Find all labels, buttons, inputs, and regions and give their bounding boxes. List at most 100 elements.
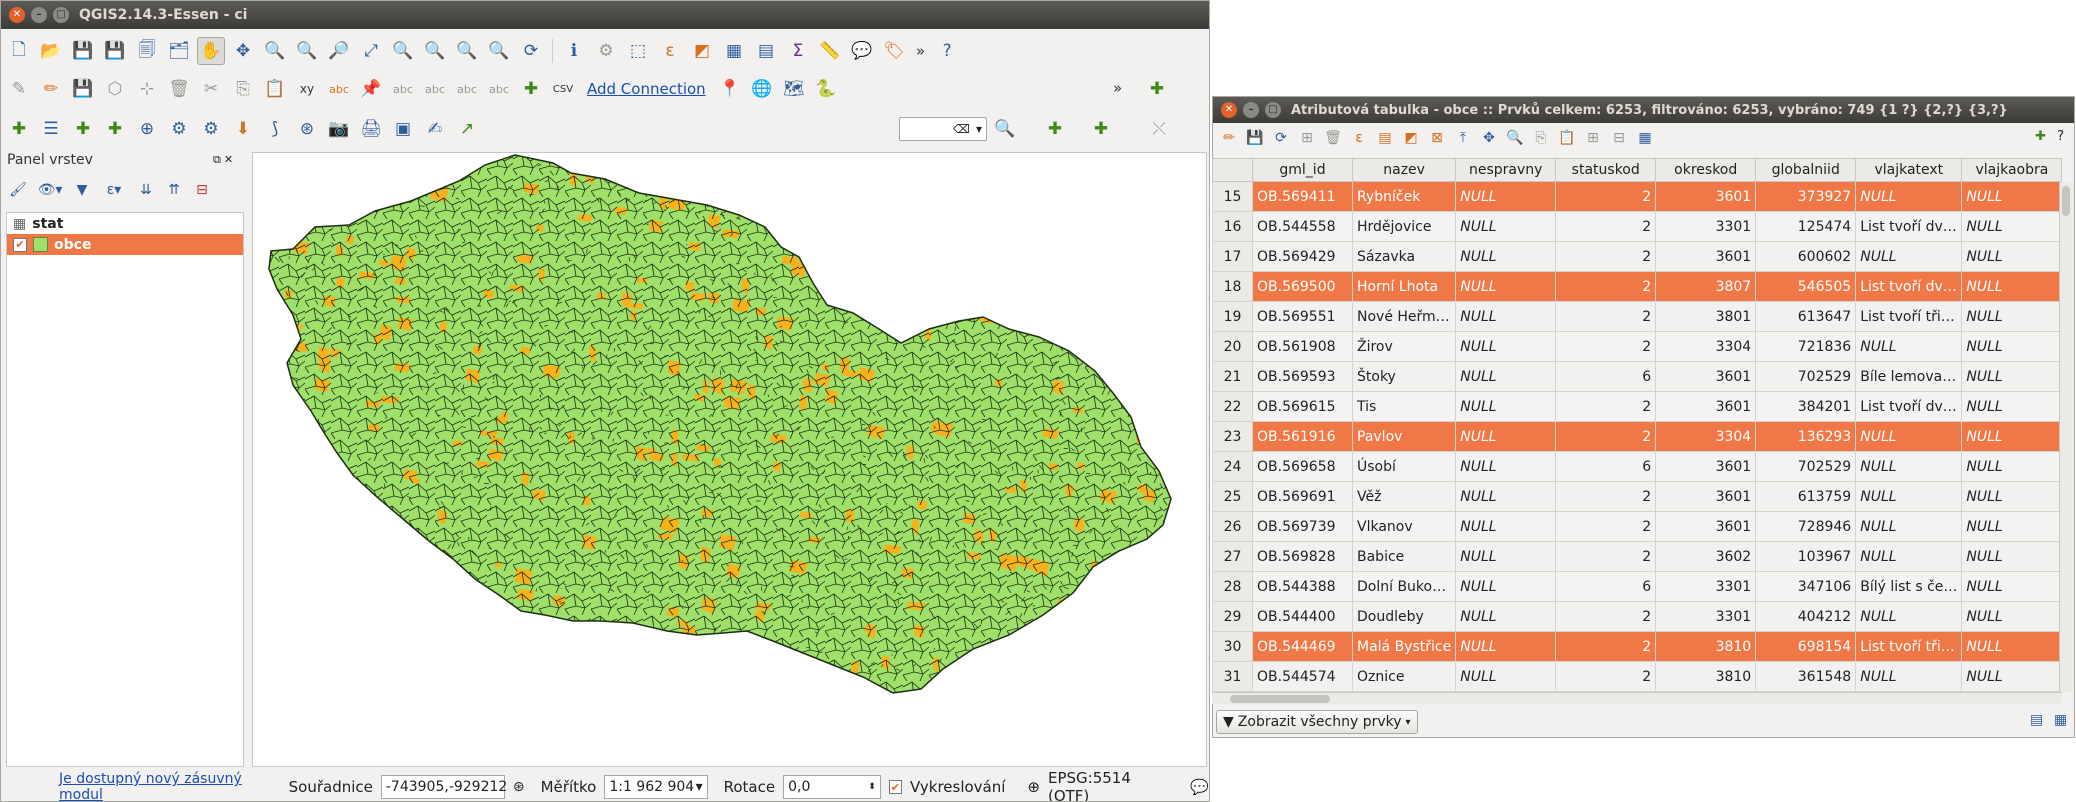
cell-vlajkaobra[interactable]: NULL	[1961, 271, 2063, 302]
cell-vlajkatext[interactable]: NULL	[1855, 601, 1963, 632]
new-field-icon[interactable]: ⊞	[1581, 124, 1605, 152]
cell-vlajkaobra[interactable]: NULL	[1961, 661, 2063, 692]
layer-item-obce[interactable]: ✔ obce	[7, 234, 243, 255]
table-row[interactable]: 22 OB.569615 Tis NULL 2 3601 384201 List tvoří …	[1212, 391, 2063, 422]
gps-icon[interactable]: ⚙	[197, 115, 225, 143]
save-icon[interactable]: 💾	[69, 37, 97, 65]
add-layer-icon[interactable]: ✚	[1143, 75, 1171, 103]
cell-gml_id[interactable]: OB.569739	[1252, 511, 1353, 542]
statistics-icon[interactable]: Σ	[784, 37, 812, 65]
cell-vlajkatext[interactable]: List tvoří dv…	[1855, 211, 1963, 242]
cell-nespravny[interactable]: NULL	[1455, 181, 1557, 212]
cell-nazev[interactable]: Pavlov	[1351, 421, 1457, 452]
style-manager-icon[interactable]: 🖌	[7, 176, 29, 204]
collapse-all-icon[interactable]: ⇈	[163, 176, 185, 204]
save-icon[interactable]: 💾	[1243, 124, 1267, 152]
cell-vlajkatext[interactable]: NULL	[1855, 481, 1963, 512]
cell-globalniid[interactable]: 136293	[1755, 421, 1857, 452]
add-spatialite-icon[interactable]: ✚	[101, 115, 129, 143]
table-row[interactable]: 30 OB.544469 Malá Bystřice NULL 2 3810 698154 L…	[1212, 631, 2063, 662]
cell-globalniid[interactable]: 103967	[1755, 541, 1857, 572]
pan-map-icon[interactable]: ✥	[1477, 124, 1501, 152]
cell-nespravny[interactable]: NULL	[1455, 331, 1557, 362]
cell-vlajkaobra[interactable]: NULL	[1961, 391, 2063, 422]
plugin-icon[interactable]: ✚	[1087, 115, 1115, 143]
cell-gml_id[interactable]: OB.544469	[1252, 631, 1353, 662]
cell-nespravny[interactable]: NULL	[1455, 361, 1557, 392]
row-number[interactable]: 28	[1212, 571, 1253, 602]
column-header[interactable]: nazev	[1351, 158, 1457, 182]
cell-nespravny[interactable]: NULL	[1455, 511, 1557, 542]
cell-nespravny[interactable]: NULL	[1455, 451, 1557, 482]
add-vector-icon[interactable]: ✚	[5, 115, 33, 143]
cell-statuskod[interactable]: 6	[1555, 361, 1657, 392]
filter-expression-icon[interactable]: ε▾	[99, 176, 129, 204]
zoom-full-icon[interactable]: ⤢	[357, 37, 385, 65]
cut-icon[interactable]: ✂	[197, 75, 225, 103]
python-icon[interactable]: 🐍	[812, 75, 840, 103]
maximize-window-button[interactable]: □	[53, 7, 69, 23]
cell-statuskod[interactable]: 2	[1555, 601, 1657, 632]
cell-vlajkaobra[interactable]: NULL	[1961, 511, 2063, 542]
search-icon[interactable]: 🔍	[991, 115, 1019, 143]
select-all-icon[interactable]: ▤	[1373, 124, 1397, 152]
cell-nespravny[interactable]: NULL	[1455, 421, 1557, 452]
toolbar-overflow-icon[interactable]: »	[912, 42, 929, 60]
zoom-last-icon[interactable]: 🔍	[453, 37, 481, 65]
zoom-map-icon[interactable]: 🔍	[1503, 124, 1527, 152]
cell-vlajkatext[interactable]: List tvoří tři…	[1855, 631, 1963, 662]
cell-statuskod[interactable]: 2	[1555, 331, 1657, 362]
cell-nazev[interactable]: Žirov	[1351, 331, 1457, 362]
table-row[interactable]: 23 OB.561916 Pavlov NULL 2 3304 136293 NULL NULL	[1212, 421, 2063, 452]
field-calculator-icon[interactable]: ▤	[752, 37, 780, 65]
cell-nespravny[interactable]: NULL	[1455, 541, 1557, 572]
arrow-icon[interactable]: ↗	[453, 115, 481, 143]
select-by-expression-icon[interactable]: ε	[656, 37, 684, 65]
zoom-to-selection-icon[interactable]: 🔍	[389, 37, 417, 65]
cell-vlajkaobra[interactable]: NULL	[1961, 421, 2063, 452]
cell-vlajkatext[interactable]: NULL	[1855, 661, 1963, 692]
row-number[interactable]: 31	[1212, 661, 1253, 692]
processing-icon[interactable]: ⚙	[165, 115, 193, 143]
change-label-icon[interactable]: abc	[485, 75, 513, 103]
cell-vlajkaobra[interactable]: NULL	[1961, 541, 2063, 572]
table-view-icon[interactable]: ▤	[2030, 712, 2043, 728]
remove-layer-icon[interactable]: ⊟	[191, 176, 213, 204]
cell-okreskod[interactable]: 3601	[1655, 511, 1757, 542]
add-wms-icon[interactable]: ☰	[37, 115, 65, 143]
open-icon[interactable]: 📂	[37, 37, 65, 65]
cell-okreskod[interactable]: 3304	[1655, 421, 1757, 452]
cell-nazev[interactable]: Dolní Buko…	[1351, 571, 1457, 602]
node-tool-icon[interactable]: ⊹	[133, 75, 161, 103]
rotate-label-icon[interactable]: abc	[453, 75, 481, 103]
table-row[interactable]: 17 OB.569429 Sázavka NULL 2 3601 600602 NULL NUL…	[1212, 241, 2063, 272]
cell-globalniid[interactable]: 728946	[1755, 511, 1857, 542]
cell-gml_id[interactable]: OB.569828	[1252, 541, 1353, 572]
close-panel-icon[interactable]: ✕	[224, 153, 233, 167]
cell-nespravny[interactable]: NULL	[1455, 661, 1557, 692]
add-raster-icon[interactable]: ✚	[69, 115, 97, 143]
edit-pencil-icon[interactable]: ✏	[37, 75, 65, 103]
horizontal-scrollbar[interactable]	[1212, 692, 2062, 704]
cell-okreskod[interactable]: 3601	[1655, 481, 1757, 512]
table-row[interactable]: 29 OB.544400 Doudleby NULL 2 3301 404212 NULL NU…	[1212, 601, 2063, 632]
pin-icon[interactable]: 📍	[716, 75, 744, 103]
help-icon[interactable]: ?	[933, 37, 961, 65]
cell-nespravny[interactable]: NULL	[1455, 271, 1557, 302]
cell-okreskod[interactable]: 3601	[1655, 181, 1757, 212]
select-feature-icon[interactable]: ⬚	[624, 37, 652, 65]
cell-vlajkatext[interactable]: NULL	[1855, 421, 1963, 452]
reload-icon[interactable]: ⟳	[1269, 124, 1293, 152]
attribute-table-icon[interactable]: ▦	[720, 37, 748, 65]
messages-icon[interactable]: 💬	[1190, 778, 1209, 796]
chevron-down-icon[interactable]: ▾	[976, 122, 982, 136]
cell-nazev[interactable]: Malá Bystřice	[1351, 631, 1457, 662]
cell-statuskod[interactable]: 2	[1555, 661, 1657, 692]
delete-field-icon[interactable]: ⊟	[1607, 124, 1631, 152]
cell-globalniid[interactable]: 613647	[1755, 301, 1857, 332]
cell-globalniid[interactable]: 125474	[1755, 211, 1857, 242]
row-number[interactable]: 17	[1212, 241, 1253, 272]
cell-okreskod[interactable]: 3601	[1655, 391, 1757, 422]
cell-globalniid[interactable]: 546505	[1755, 271, 1857, 302]
dock-icon[interactable]: ✚	[2035, 129, 2046, 144]
